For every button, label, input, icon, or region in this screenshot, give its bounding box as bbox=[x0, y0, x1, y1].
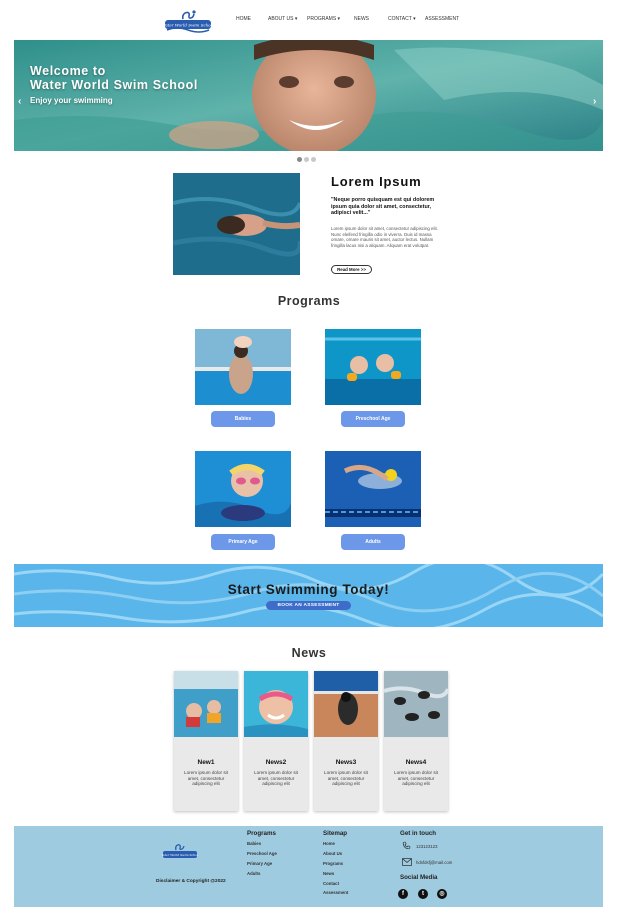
twitter-icon[interactable]: t bbox=[418, 889, 428, 899]
news-image bbox=[174, 671, 238, 737]
nav-programs[interactable]: PROGRAMS ▾ bbox=[307, 16, 340, 22]
nav-news[interactable]: NEWS bbox=[354, 16, 369, 22]
facebook-icon[interactable]: f bbox=[398, 889, 408, 899]
news-item-body: Lorem ipsum dolor sit amet, consectetur … bbox=[394, 770, 438, 787]
footer-contact-title: Get in touch bbox=[400, 830, 437, 837]
slider-dot[interactable] bbox=[304, 157, 309, 162]
news-title: News bbox=[291, 646, 327, 660]
top-nav: Water World Swim School HOME ABOUT US ▾ … bbox=[0, 0, 618, 40]
news-item-body: Lorem ipsum dolor sit amet, consectetur … bbox=[324, 770, 368, 787]
news-item-body: Lorem ipsum dolor sit amet, consectetur … bbox=[254, 770, 298, 787]
mail-icon bbox=[402, 858, 412, 866]
hero-title-line1: Welcome to bbox=[30, 64, 106, 78]
footer-link-babies[interactable]: Babies bbox=[247, 841, 261, 846]
footer-link-home[interactable]: Home bbox=[323, 841, 335, 846]
cta-banner: Start Swimming Today! BOOK AN ASSESSMENT bbox=[14, 564, 603, 627]
footer-phone[interactable]: 123123123 bbox=[416, 844, 438, 849]
news-card[interactable]: News3 Lorem ipsum dolor sit amet, consec… bbox=[314, 671, 378, 811]
intro-title: Lorem Ipsum bbox=[331, 174, 422, 189]
nav-about-us[interactable]: ABOUT US ▾ bbox=[268, 16, 297, 22]
news-item-title: New1 bbox=[197, 759, 215, 766]
footer-logo[interactable]: Water World Swim School bbox=[162, 842, 198, 862]
intro-image bbox=[173, 173, 300, 275]
program-button-adults[interactable]: Adults bbox=[341, 534, 405, 550]
hero-title-line2: Water World Swim School bbox=[30, 78, 198, 92]
footer: Water World Swim School Disclaimer & Cop… bbox=[14, 826, 603, 907]
footer-link-preschool[interactable]: Preschool Age bbox=[247, 851, 277, 856]
footer-link-about[interactable]: About Us bbox=[323, 851, 342, 856]
slider-dots bbox=[297, 157, 316, 162]
footer-programs-title: Programs bbox=[247, 830, 276, 837]
news-item-title: News2 bbox=[265, 759, 287, 766]
prev-slide-icon[interactable]: ‹ bbox=[18, 96, 21, 107]
news-card[interactable]: New1 Lorem ipsum dolor sit amet, consect… bbox=[174, 671, 238, 811]
program-button-babies[interactable]: Babies bbox=[211, 411, 275, 427]
news-item-title: News4 bbox=[405, 759, 427, 766]
news-item-body: Lorem ipsum dolor sit amet, consectetur … bbox=[184, 770, 228, 787]
news-image bbox=[314, 671, 378, 737]
slider-dot[interactable] bbox=[311, 157, 316, 162]
nav-assessment[interactable]: ASSESSMENT bbox=[425, 16, 459, 22]
program-image-adults[interactable] bbox=[325, 451, 421, 527]
instagram-icon[interactable]: ◎ bbox=[437, 889, 447, 899]
footer-social-title: Social Media bbox=[400, 874, 438, 881]
hero-title: Welcome to Water World Swim School bbox=[30, 64, 198, 92]
news-image bbox=[244, 671, 308, 737]
svg-text:Water World Swim School: Water World Swim School bbox=[162, 853, 198, 857]
news-card[interactable]: News4 Lorem ipsum dolor sit amet, consec… bbox=[384, 671, 448, 811]
copyright-text: Disclaimer & Copyright @2022 bbox=[156, 879, 226, 884]
program-button-primary[interactable]: Primary Age bbox=[211, 534, 275, 550]
news-item-title: News3 bbox=[335, 759, 357, 766]
footer-link-adults[interactable]: Adults bbox=[247, 871, 260, 876]
book-assessment-button[interactable]: BOOK AN ASSESSMENT bbox=[266, 601, 351, 610]
footer-link-programs[interactable]: Programs bbox=[323, 861, 343, 866]
footer-link-contact[interactable]: Contact bbox=[323, 881, 339, 886]
nav-contact[interactable]: CONTACT ▾ bbox=[388, 16, 416, 22]
program-image-babies[interactable] bbox=[195, 329, 291, 405]
svg-text:Water World Swim School: Water World Swim School bbox=[163, 23, 213, 28]
intro-body: Lorem ipsum dolor sit amet, consectetur … bbox=[331, 226, 438, 248]
footer-link-primary[interactable]: Primary Age bbox=[247, 861, 272, 866]
intro-quote: "Neque porro quisquam est qui dolorem ip… bbox=[331, 197, 435, 217]
hero-slider: Welcome to Water World Swim School Enjoy… bbox=[14, 40, 603, 151]
program-button-preschool[interactable]: Preschool Age bbox=[341, 411, 405, 427]
footer-link-news[interactable]: News bbox=[323, 871, 334, 876]
site-logo[interactable]: Water World Swim School bbox=[163, 8, 213, 34]
slider-dot[interactable] bbox=[297, 157, 302, 162]
program-image-primary[interactable] bbox=[195, 451, 291, 527]
footer-sitemap-title: Sitemap bbox=[323, 830, 348, 837]
footer-link-assessment[interactable]: Assessment bbox=[323, 890, 348, 895]
news-image bbox=[384, 671, 448, 737]
nav-home[interactable]: HOME bbox=[236, 16, 251, 22]
footer-email[interactable]: hdsfdsfj@mail.com bbox=[416, 860, 452, 865]
program-image-preschool[interactable] bbox=[325, 329, 421, 405]
read-more-button[interactable]: Read More >> bbox=[331, 265, 372, 274]
news-card[interactable]: News2 Lorem ipsum dolor sit amet, consec… bbox=[244, 671, 308, 811]
hero-subtitle: Enjoy your swimming bbox=[30, 96, 113, 105]
programs-title: Programs bbox=[277, 294, 341, 308]
next-slide-icon[interactable]: › bbox=[593, 96, 596, 107]
cta-title: Start Swimming Today! bbox=[227, 582, 390, 597]
phone-icon bbox=[402, 841, 411, 850]
